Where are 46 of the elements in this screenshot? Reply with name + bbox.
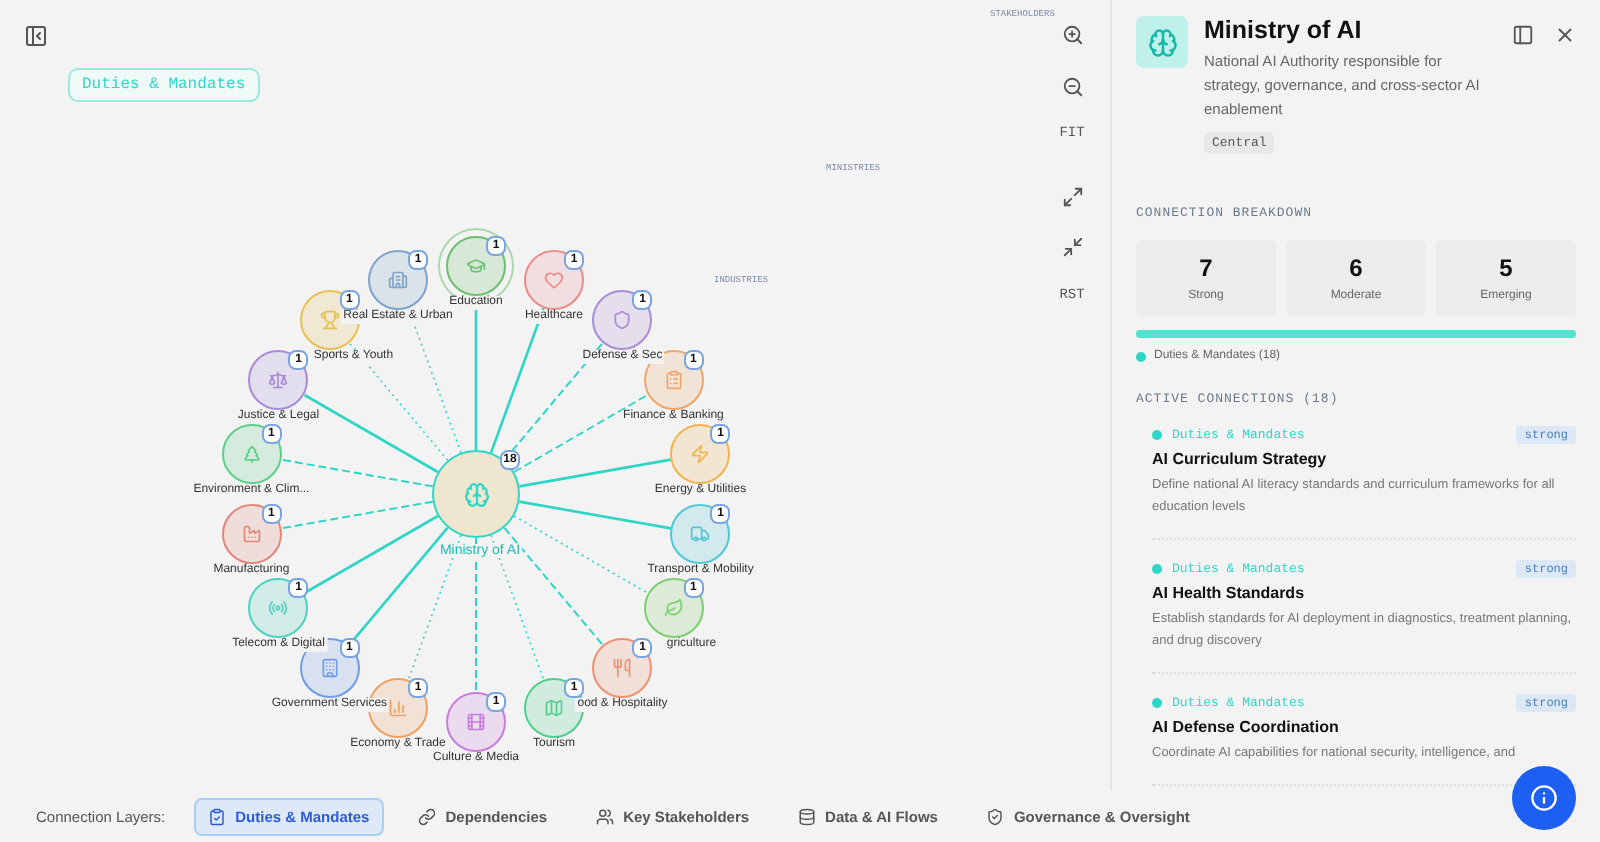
panel-toggle-icon[interactable] (1512, 24, 1534, 46)
graduation-cap-icon (466, 256, 486, 276)
database-icon (797, 807, 816, 825)
info-icon (1530, 784, 1558, 812)
layer-dot (1152, 698, 1162, 708)
heart-icon (543, 269, 564, 290)
tree-icon (241, 444, 262, 465)
active-layer-label: Duties & Mandates (68, 68, 260, 102)
zoom-out-icon (1061, 75, 1083, 97)
stat-value: 7 (1199, 254, 1213, 282)
info-button[interactable] (1512, 766, 1576, 830)
brain-icon (463, 481, 489, 507)
zoom-in-icon (1061, 23, 1083, 45)
lightning-icon (690, 444, 711, 465)
collapse-sidebar-icon[interactable] (20, 20, 52, 52)
building-icon (388, 269, 408, 290)
film-icon (466, 712, 486, 732)
connection-title: AI Defense Coordination (1152, 718, 1341, 736)
legend-dot (1136, 351, 1146, 361)
clipboard-icon (207, 807, 226, 825)
stat-value: 5 (1499, 254, 1513, 282)
shield-icon (985, 807, 1004, 825)
factory-icon (241, 523, 262, 544)
trophy-icon (319, 309, 340, 330)
map-icon (543, 698, 564, 719)
utensils-icon (612, 658, 633, 679)
layer-dot (1152, 430, 1162, 440)
shield-icon (612, 309, 633, 330)
clipboard-icon (663, 370, 684, 390)
bar-chart-icon (388, 698, 408, 719)
scales-icon (268, 370, 289, 390)
panel-title: Ministry of AI (1204, 16, 1364, 44)
connection-title: AI Curriculum Strategy (1152, 450, 1329, 468)
building-icon (319, 658, 340, 679)
stat-value: 6 (1349, 254, 1363, 282)
people-icon (595, 807, 614, 825)
brain-icon (1136, 16, 1188, 68)
truck-icon (690, 523, 711, 544)
radio-icon (268, 598, 289, 618)
close-icon[interactable] (1554, 24, 1576, 46)
expand-icon (1061, 185, 1083, 207)
layer-dot (1152, 564, 1162, 574)
shrink-icon (1061, 235, 1083, 257)
leaf-icon (663, 598, 684, 618)
connection-title: AI Health Standards (1152, 584, 1307, 602)
link-icon (417, 807, 436, 825)
